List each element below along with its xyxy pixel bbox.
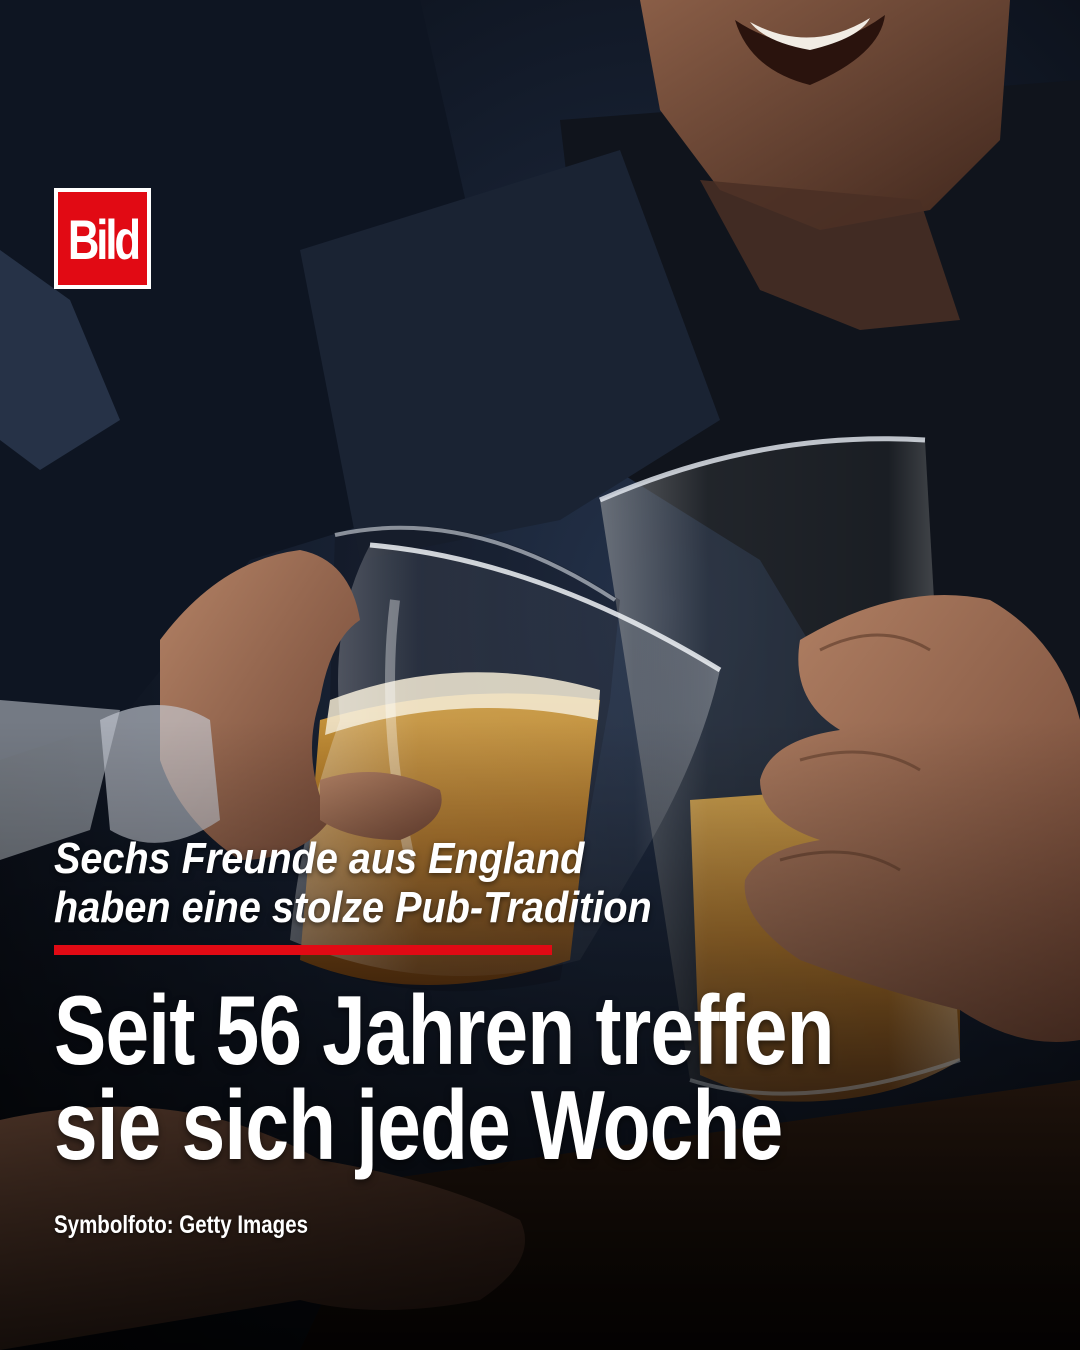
kicker-line-1: Sechs Freunde aus England — [54, 834, 585, 883]
kicker-line-2: haben eine stolze Pub-Tradition — [54, 883, 652, 932]
social-post-card: Bild Sechs Freunde aus England haben ein… — [0, 0, 1080, 1350]
bild-logo-text: Bild — [67, 207, 140, 271]
accent-divider — [54, 945, 552, 955]
photo-credit: Symbolfoto: Getty Images — [54, 1211, 309, 1239]
headline-line-2: sie sich jede Woche — [54, 1070, 783, 1180]
headline-line-1: Seit 56 Jahren treffen — [54, 975, 835, 1085]
bild-logo: Bild — [54, 188, 151, 289]
